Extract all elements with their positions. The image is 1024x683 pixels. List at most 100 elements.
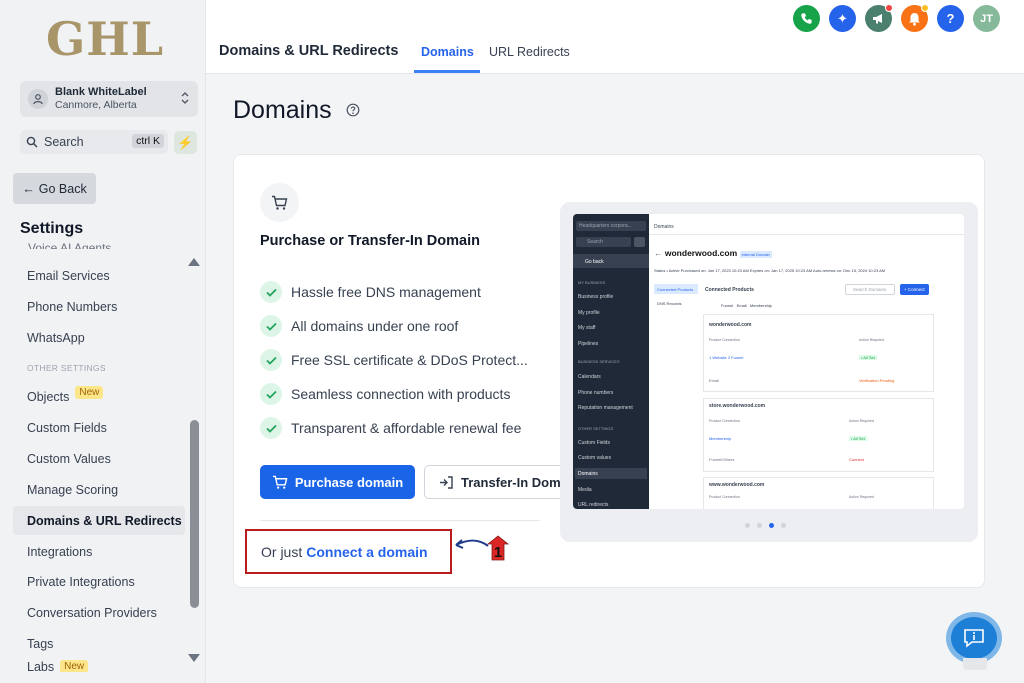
header-title: Domains & URL Redirects (219, 43, 399, 59)
top-header: Domains & URL Redirects Domains URL Redi… (206, 0, 1024, 74)
preview-text: 1 Website 2 Funnel (709, 355, 744, 360)
sidebar-item-custom-fields[interactable]: Custom Fields (13, 413, 185, 442)
preview-text: • All Set (849, 436, 867, 441)
preview-text: Connect (849, 457, 864, 462)
cart-icon (272, 475, 288, 489)
sidebar-item-conversation-providers[interactable]: Conversation Providers (13, 598, 185, 627)
account-switcher[interactable]: Blank WhiteLabel Canmore, Alberta (20, 81, 198, 117)
search-shortcut: ctrl K (132, 134, 164, 148)
carousel-dot-active[interactable] (769, 523, 774, 528)
feature-text: Hassle free DNS management (291, 284, 481, 300)
scroll-down-arrow[interactable] (188, 654, 200, 662)
purchase-domain-button[interactable]: Purchase domain (260, 465, 415, 499)
sidebar-item-labs[interactable]: Labs New (13, 660, 185, 672)
phone-button[interactable] (793, 5, 820, 32)
carousel-dot[interactable] (781, 523, 786, 528)
search-placeholder: Search (44, 135, 84, 149)
preview-text: Product Connection (709, 495, 740, 499)
preview-text: Reputation management (578, 405, 633, 411)
new-badge: New (60, 660, 89, 672)
brand-logo[interactable]: GHL (46, 12, 164, 66)
scroll-up-arrow[interactable] (188, 258, 200, 266)
or-just-text: Or just (261, 543, 303, 560)
feature-item: All domains under one roof (260, 314, 458, 338)
notifications-button[interactable] (901, 4, 929, 32)
preview-text: URL redirects (578, 502, 609, 508)
account-name: Blank WhiteLabel (55, 86, 147, 98)
feedback-chat-button[interactable] (951, 617, 997, 659)
sidebar-item-label: Objects (27, 389, 70, 404)
feature-text: Seamless connection with products (291, 386, 511, 402)
preview-text: Go back (585, 259, 604, 265)
preview-text: BUSINESS SERVICES (578, 359, 620, 364)
preview-text: Custom Fields (578, 440, 610, 446)
sparkle-icon: ✦ (837, 10, 848, 26)
preview-text: Connected Products (705, 287, 754, 293)
go-back-button[interactable]: ← Go Back (13, 173, 96, 204)
go-back-label: Go Back (38, 181, 87, 196)
preview-text: Headquarters corpora... (579, 223, 632, 229)
fab-handle[interactable] (963, 658, 987, 670)
sidebar-item-integrations[interactable]: Integrations (13, 537, 185, 566)
preview-text: Funnel Email Membership (721, 303, 772, 308)
preview-text: Status • Active Purchased on: Jan 17, 20… (654, 268, 886, 273)
transfer-in-label: Transfer-In Domain (461, 474, 562, 490)
sidebar-item-domains-url-redirects[interactable]: Domains & URL Redirects (13, 506, 185, 535)
preview-text: Search Domains (853, 287, 887, 292)
user-avatar[interactable]: JT (973, 5, 1000, 32)
sidebar-item-whatsapp[interactable]: WhatsApp (13, 323, 185, 352)
preview-text: Domains (578, 471, 598, 477)
sidebar-item-objects[interactable]: Objects New (13, 382, 185, 411)
sidebar-search[interactable]: Search ctrl K (20, 130, 168, 154)
preview-text: MY BUSINESS (578, 280, 606, 285)
sidebar-item-private-integrations[interactable]: Private Integrations (13, 567, 185, 596)
preview-text: DNS Records (657, 301, 682, 306)
bell-icon (909, 12, 920, 26)
check-circle-icon (260, 417, 282, 439)
sidebar-item-manage-scoring[interactable]: Manage Scoring (13, 475, 185, 504)
page-title: Domains (233, 96, 332, 124)
feature-item: Hassle free DNS management (260, 280, 481, 304)
announcements-button[interactable] (865, 4, 893, 32)
preview-text: + Connect (904, 287, 925, 292)
preview-text: Business profile (578, 294, 614, 300)
sidebar-item-email-services[interactable]: Email Services (13, 261, 185, 290)
annotation-arrow-marker: 1 (455, 535, 510, 561)
sidebar-item-cutoff[interactable]: Voice AI Agents (28, 241, 111, 249)
feature-item: Transparent & affordable renewal fee (260, 416, 521, 440)
help-button[interactable]: ? (937, 5, 964, 32)
phone-icon (801, 13, 812, 24)
preview-text: Funnel/Others (709, 457, 735, 462)
transfer-in-domain-button[interactable]: Transfer-In Domain (424, 465, 562, 499)
carousel-dot[interactable] (757, 523, 762, 528)
card-divider (260, 520, 540, 521)
carousel-dots (745, 523, 786, 528)
question-circle-icon[interactable] (346, 103, 360, 117)
settings-title: Settings (20, 220, 84, 237)
preview-text: Product Connection (709, 338, 740, 342)
preview-text: Calendars (578, 374, 601, 380)
check-circle-icon (260, 349, 282, 371)
tab-url-redirects[interactable]: URL Redirects (489, 45, 570, 59)
sidebar-item-tags[interactable]: Tags (13, 629, 185, 658)
quick-actions-button[interactable]: ⚡ (174, 131, 197, 154)
sidebar-scrollbar[interactable] (190, 420, 199, 608)
sidebar-item-label: Labs (27, 660, 55, 672)
cart-icon (272, 195, 288, 210)
preview-sidebar: Headquarters corpora... Search Go back G… (573, 214, 649, 509)
check-circle-icon (260, 281, 282, 303)
connect-domain-link[interactable]: Connect a domain (306, 544, 427, 560)
account-location: Canmore, Alberta (55, 99, 137, 111)
section-other-settings: OTHER SETTINGS (27, 363, 106, 373)
sidebar-item-phone-numbers[interactable]: Phone Numbers (13, 292, 185, 321)
sidebar: GHL Blank WhiteLabel Canmore, Alberta Se… (0, 0, 206, 683)
notification-dot (921, 4, 929, 12)
preview-text: My profile (578, 310, 600, 316)
carousel-dot[interactable] (745, 523, 750, 528)
preview-text: Connected Products (657, 287, 694, 292)
magic-button[interactable]: ✦ (829, 5, 856, 32)
preview-text: Product Connection (709, 419, 740, 423)
tab-domains[interactable]: Domains (421, 45, 474, 59)
preview-text: Custom values (578, 455, 612, 461)
sidebar-item-custom-values[interactable]: Custom Values (13, 444, 185, 473)
